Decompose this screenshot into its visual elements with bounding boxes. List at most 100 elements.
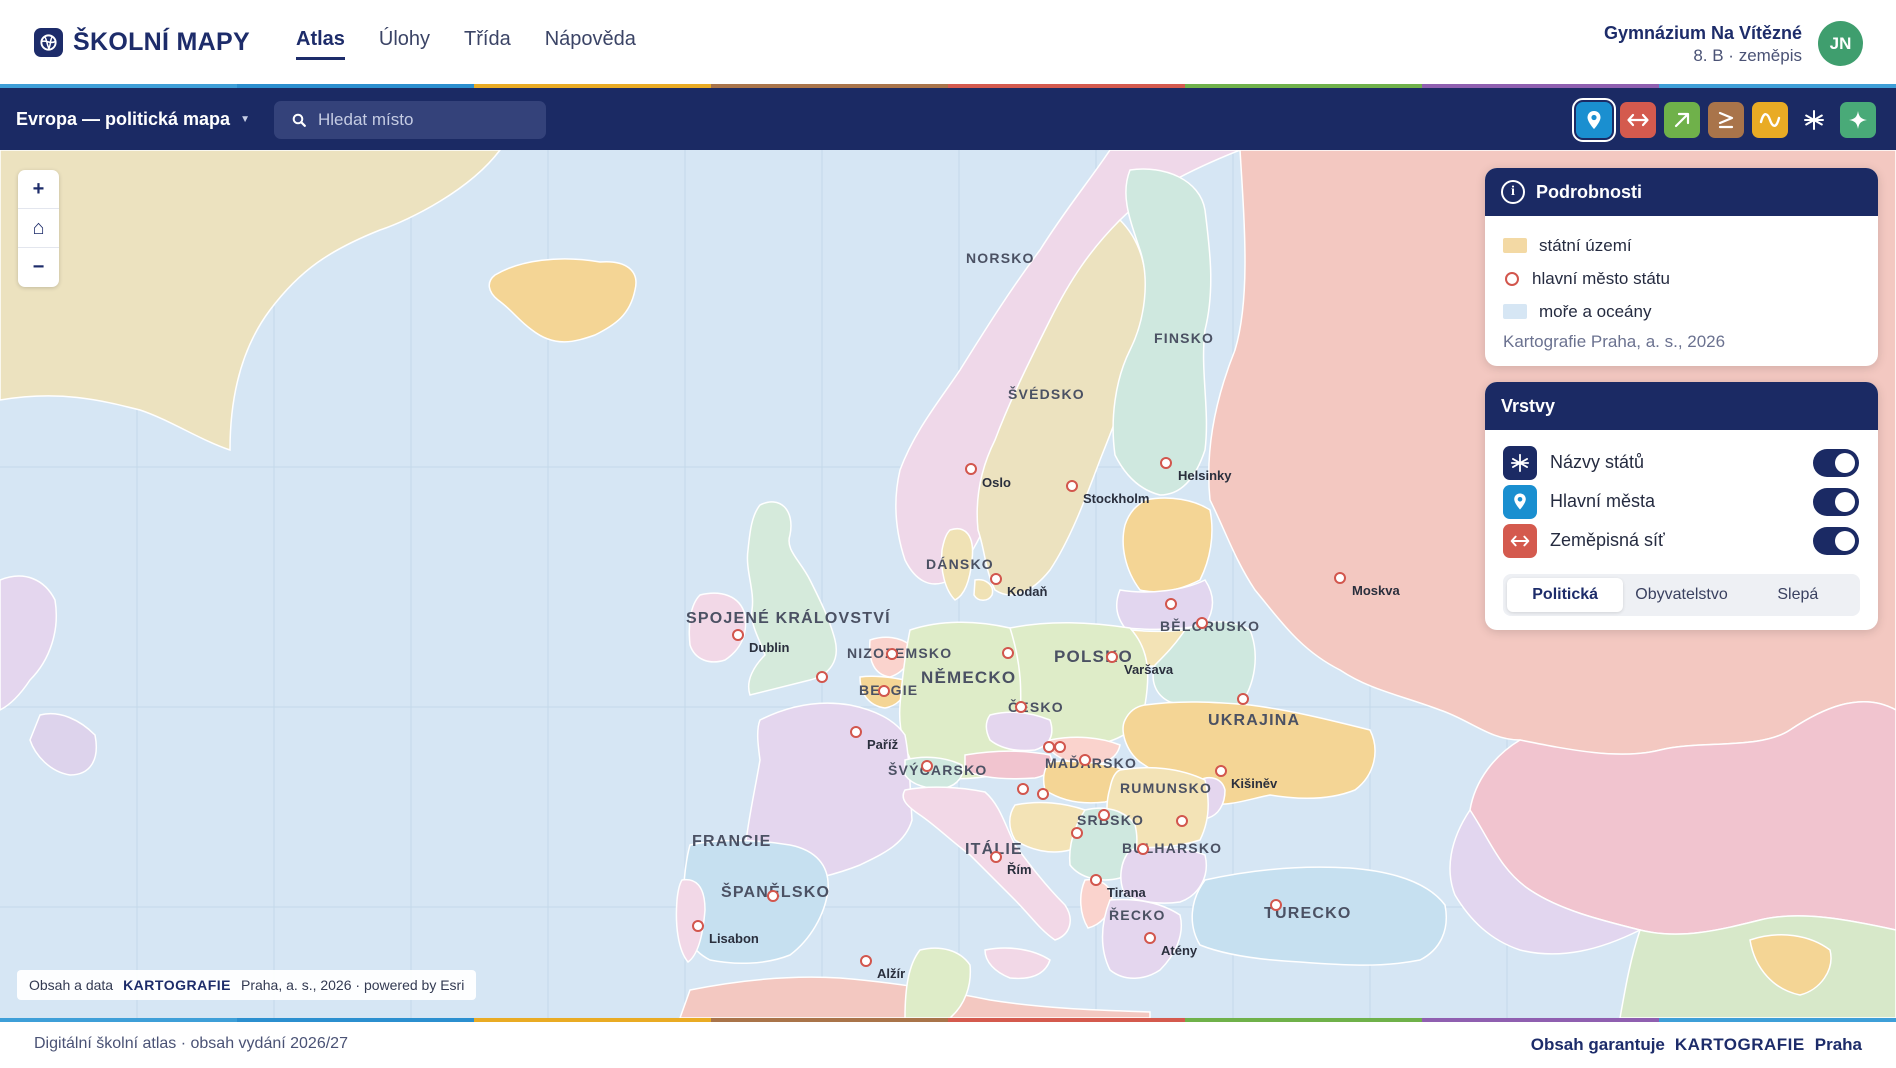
capital-marker[interactable] — [1043, 741, 1055, 753]
capital-marker[interactable] — [990, 573, 1002, 585]
capital-marker[interactable] — [1017, 783, 1029, 795]
kartografie-brand[interactable]: KARTOGRAFIE — [123, 977, 231, 993]
mode-blind[interactable]: Slepá — [1740, 578, 1856, 612]
capital-marker[interactable] — [1165, 598, 1177, 610]
layer-toggle-graticule[interactable] — [1813, 526, 1859, 555]
search-box — [274, 101, 546, 139]
nav-napoveda[interactable]: Nápověda — [545, 28, 636, 60]
search-icon — [292, 113, 306, 127]
zoom-controls: + ⌂ − — [18, 170, 59, 287]
city-label: Stockholm — [1083, 491, 1149, 506]
capital-marker[interactable] — [921, 760, 933, 772]
map-title-dropdown[interactable]: Evropa — politická mapa ▼ — [16, 109, 250, 130]
capital-marker[interactable] — [1054, 741, 1066, 753]
capital-marker[interactable] — [1334, 572, 1346, 584]
city-label: Paříž — [867, 737, 899, 752]
country-label: ŠVÝCARSKO — [888, 761, 987, 778]
arrows-tool-button[interactable] — [1620, 102, 1656, 138]
school-class: 8. B · zeměpis — [1693, 46, 1802, 65]
capital-marker[interactable] — [816, 671, 828, 683]
country-label: UKRAJINA — [1208, 712, 1300, 729]
footer-brand[interactable]: KARTOGRAFIE — [1675, 1035, 1805, 1055]
globe-logo-icon — [34, 28, 63, 57]
mode-population[interactable]: Obyvatelstvo — [1623, 578, 1739, 612]
capital-marker[interactable] — [886, 648, 898, 660]
capital-marker[interactable] — [1098, 809, 1110, 821]
city-label: Alžír — [877, 966, 905, 981]
layer-toggle-country-names[interactable] — [1813, 448, 1859, 477]
footer-prefix: Obsah garantuje — [1530, 1035, 1665, 1054]
country-label: MAĎARSKO — [1045, 754, 1137, 771]
legend-item-capital: hlavní město státu — [1485, 262, 1878, 295]
capital-marker[interactable] — [1071, 827, 1083, 839]
zoom-in-button[interactable]: + — [18, 170, 59, 209]
asterisk-tool-button[interactable] — [1796, 102, 1832, 138]
attribution: Obsah a data KARTOGRAFIE Praha, a. s., 2… — [17, 970, 477, 1000]
capital-marker[interactable] — [860, 955, 872, 967]
pin-tool-button[interactable] — [1572, 98, 1616, 142]
capital-marker[interactable] — [878, 685, 890, 697]
map-mode-switch: Politická Obyvatelstvo Slepá — [1503, 574, 1860, 616]
arrows-horizontal-icon — [1627, 113, 1649, 127]
capital-marker[interactable] — [1079, 754, 1091, 766]
capital-marker[interactable] — [1002, 647, 1014, 659]
capital-marker[interactable] — [1144, 932, 1156, 944]
capital-marker[interactable] — [1176, 815, 1188, 827]
capital-marker[interactable] — [1090, 874, 1102, 886]
legend-source: Kartografie Praha, a. s., 2026 — [1503, 332, 1726, 351]
search-input[interactable] — [318, 110, 528, 130]
sparkle-tool-button[interactable] — [1840, 102, 1876, 138]
country-label: BULHARSKO — [1122, 840, 1222, 856]
wave-tool-button[interactable] — [1752, 102, 1788, 138]
layer-label: Názvy států — [1550, 452, 1645, 472]
capital-marker[interactable] — [1066, 480, 1078, 492]
capital-marker[interactable] — [990, 851, 1002, 863]
country-label: BĚLORUSKO — [1160, 617, 1260, 634]
legend-item-sea: moře a oceány — [1485, 295, 1878, 328]
mode-political[interactable]: Politická — [1507, 578, 1624, 612]
app-root: ŠKOLNÍ MAPY Atlas Úlohy Třída Nápověda G… — [0, 0, 1896, 1068]
footer: Digitální školní atlas · obsah vydání 20… — [0, 1022, 1896, 1068]
capital-marker[interactable] — [1215, 765, 1227, 777]
capital-marker[interactable] — [1015, 701, 1027, 713]
compare-tool-button[interactable] — [1708, 102, 1744, 138]
capital-marker[interactable] — [1160, 457, 1172, 469]
capital-marker[interactable] — [1196, 617, 1208, 629]
arrow-tool-button[interactable] — [1664, 102, 1700, 138]
capital-marker[interactable] — [767, 890, 779, 902]
country-label: FINSKO — [1154, 330, 1214, 346]
city-label: Atény — [1161, 943, 1198, 958]
chevron-down-icon: ▼ — [240, 114, 250, 125]
zoom-out-button[interactable]: − — [18, 248, 59, 287]
capital-marker[interactable] — [965, 463, 977, 475]
country-label: POLSKO — [1054, 647, 1133, 666]
country-label: ŠVÉDSKO — [1008, 385, 1085, 402]
capital-marker[interactable] — [692, 920, 704, 932]
avatar[interactable]: JN — [1818, 21, 1863, 66]
city-label: Helsinky — [1178, 468, 1232, 483]
arrow-up-right-icon — [1674, 112, 1690, 128]
greater-equal-icon — [1718, 111, 1734, 129]
layers-title: Vrstvy — [1501, 395, 1556, 416]
layers-panel: Vrstvy Názvy států Hlavní města Zeměpisn… — [1485, 382, 1878, 630]
capital-marker[interactable] — [732, 629, 744, 641]
nav-ulohy[interactable]: Úlohy — [379, 28, 430, 60]
legend-item-state: státní území — [1485, 229, 1878, 262]
arrows-horizontal-icon — [1503, 523, 1537, 558]
capital-marker[interactable] — [1137, 843, 1149, 855]
capital-marker[interactable] — [1106, 651, 1118, 663]
home-button[interactable]: ⌂ — [18, 209, 59, 248]
country-label: NIZOZEMSKO — [847, 645, 952, 661]
logo[interactable]: ŠKOLNÍ MAPY — [34, 28, 250, 57]
country-label: NĚMECKO — [921, 668, 1016, 687]
header: ŠKOLNÍ MAPY Atlas Úlohy Třída Nápověda G… — [0, 0, 1896, 84]
capital-marker[interactable] — [850, 726, 862, 738]
capital-marker[interactable] — [1037, 788, 1049, 800]
nav-trida[interactable]: Třída — [464, 28, 511, 60]
capital-marker[interactable] — [1237, 693, 1249, 705]
details-panel: i Podrobnosti státní území hlavní město … — [1485, 168, 1878, 366]
layer-capitals: Hlavní města — [1485, 482, 1878, 521]
nav-atlas[interactable]: Atlas — [296, 28, 345, 60]
layer-toggle-capitals[interactable] — [1813, 487, 1859, 516]
capital-marker[interactable] — [1270, 899, 1282, 911]
